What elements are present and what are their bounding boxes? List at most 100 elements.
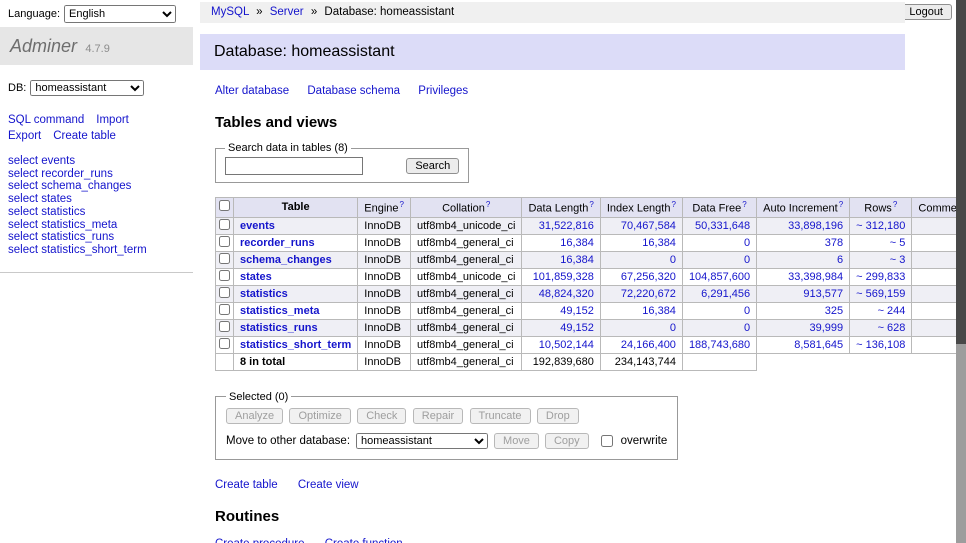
auto-increment-link[interactable]: 378 bbox=[825, 237, 843, 249]
sidebar-item-select-recorder-runs[interactable]: select recorder_runs bbox=[8, 168, 193, 181]
auto-increment-link[interactable]: 913,577 bbox=[803, 288, 843, 300]
column-header-auto-increment[interactable]: Auto Increment? bbox=[757, 198, 850, 218]
auto-increment-link[interactable]: 6 bbox=[837, 254, 843, 266]
row-checkbox[interactable] bbox=[219, 270, 230, 281]
data-length-link[interactable]: 16,384 bbox=[560, 237, 594, 249]
import-link[interactable]: Import bbox=[96, 114, 129, 126]
rows-link[interactable]: ~ 312,180 bbox=[856, 220, 905, 232]
sidebar-item-select-events[interactable]: select events bbox=[8, 155, 193, 168]
data-free-link[interactable]: 0 bbox=[744, 254, 750, 266]
column-header-data-free[interactable]: Data Free? bbox=[682, 198, 756, 218]
data-free-link[interactable]: 6,291,456 bbox=[701, 288, 750, 300]
data-length-link[interactable]: 49,152 bbox=[560, 322, 594, 334]
data-free-link[interactable]: 0 bbox=[744, 305, 750, 317]
sql-command-link[interactable]: SQL command bbox=[8, 114, 84, 126]
index-length-link[interactable]: 16,384 bbox=[642, 237, 676, 249]
index-length-link[interactable]: 0 bbox=[670, 254, 676, 266]
auto-increment-link[interactable]: 33,398,984 bbox=[788, 271, 843, 283]
move-button[interactable]: Move bbox=[494, 433, 539, 449]
auto-increment-link[interactable]: 33,898,196 bbox=[788, 220, 843, 232]
row-checkbox[interactable] bbox=[219, 253, 230, 264]
index-length-link[interactable]: 24,166,400 bbox=[621, 339, 676, 351]
sidebar-item-select-statistics[interactable]: select statistics bbox=[8, 206, 193, 219]
data-length-link[interactable]: 16,384 bbox=[560, 254, 594, 266]
export-link[interactable]: Export bbox=[8, 130, 41, 142]
select-all-checkbox[interactable] bbox=[219, 200, 230, 211]
copy-button[interactable]: Copy bbox=[545, 433, 589, 449]
create-function-link[interactable]: Create function bbox=[325, 538, 403, 543]
data-length-link[interactable]: 48,824,320 bbox=[539, 288, 594, 300]
vertical-scrollbar[interactable] bbox=[956, 0, 966, 543]
index-length-link[interactable]: 16,384 bbox=[642, 305, 676, 317]
rows-link[interactable]: ~ 299,833 bbox=[856, 271, 905, 283]
data-free-link[interactable]: 104,857,600 bbox=[689, 271, 750, 283]
table-name-link[interactable]: schema_changes bbox=[240, 254, 332, 266]
data-length-link[interactable]: 101,859,328 bbox=[533, 271, 594, 283]
truncate-button[interactable]: Truncate bbox=[470, 408, 531, 424]
data-free-link[interactable]: 188,743,680 bbox=[689, 339, 750, 351]
row-checkbox[interactable] bbox=[219, 236, 230, 247]
data-free-link[interactable]: 0 bbox=[744, 322, 750, 334]
search-button[interactable]: Search bbox=[406, 158, 459, 174]
db-select[interactable]: homeassistant bbox=[30, 80, 144, 96]
table-name-link[interactable]: states bbox=[240, 271, 272, 283]
create-table-sidebar-link[interactable]: Create table bbox=[53, 130, 116, 142]
help-link[interactable]: ? bbox=[839, 200, 843, 209]
language-select[interactable]: English bbox=[64, 5, 176, 23]
index-length-link[interactable]: 67,256,320 bbox=[621, 271, 676, 283]
table-name-link[interactable]: events bbox=[240, 220, 275, 232]
sidebar-item-select-statistics-meta[interactable]: select statistics_meta bbox=[8, 219, 193, 232]
table-name-link[interactable]: recorder_runs bbox=[240, 237, 315, 249]
data-free-link[interactable]: 50,331,648 bbox=[695, 220, 750, 232]
breadcrumb-server-link[interactable]: Server bbox=[270, 6, 304, 18]
logout-button[interactable]: Logout bbox=[900, 4, 952, 20]
data-length-link[interactable]: 10,502,144 bbox=[539, 339, 594, 351]
table-name-link[interactable]: statistics_runs bbox=[240, 322, 318, 334]
table-name-link[interactable]: statistics_short_term bbox=[240, 339, 351, 351]
column-header-data-length[interactable]: Data Length? bbox=[522, 198, 600, 218]
row-checkbox[interactable] bbox=[219, 338, 230, 349]
create-table-link[interactable]: Create table bbox=[215, 479, 278, 491]
database-schema-link[interactable]: Database schema bbox=[307, 85, 400, 97]
data-length-link[interactable]: 31,522,816 bbox=[539, 220, 594, 232]
auto-increment-link[interactable]: 325 bbox=[825, 305, 843, 317]
help-link[interactable]: ? bbox=[742, 200, 746, 209]
column-header-table[interactable]: Table bbox=[234, 198, 358, 218]
privileges-link[interactable]: Privileges bbox=[418, 85, 468, 97]
repair-button[interactable]: Repair bbox=[413, 408, 463, 424]
row-checkbox[interactable] bbox=[219, 321, 230, 332]
optimize-button[interactable]: Optimize bbox=[289, 408, 350, 424]
sidebar-item-select-states[interactable]: select states bbox=[8, 193, 193, 206]
column-header-engine[interactable]: Engine? bbox=[358, 198, 411, 218]
column-header-collation[interactable]: Collation? bbox=[411, 198, 522, 218]
overwrite-label[interactable]: overwrite bbox=[621, 435, 668, 447]
create-view-link[interactable]: Create view bbox=[298, 479, 359, 491]
column-header-rows[interactable]: Rows? bbox=[850, 198, 912, 218]
create-procedure-link[interactable]: Create procedure bbox=[215, 538, 305, 543]
sidebar-item-select-statistics-runs[interactable]: select statistics_runs bbox=[8, 231, 193, 244]
table-name-link[interactable]: statistics bbox=[240, 288, 288, 300]
table-name-link[interactable]: statistics_meta bbox=[240, 305, 320, 317]
breadcrumb-mysql-link[interactable]: MySQL bbox=[211, 6, 249, 18]
rows-link[interactable]: ~ 3 bbox=[890, 254, 906, 266]
row-checkbox[interactable] bbox=[219, 219, 230, 230]
help-link[interactable]: ? bbox=[589, 200, 593, 209]
help-link[interactable]: ? bbox=[671, 200, 675, 209]
scrollbar-thumb[interactable] bbox=[956, 0, 966, 344]
row-checkbox[interactable] bbox=[219, 304, 230, 315]
alter-database-link[interactable]: Alter database bbox=[215, 85, 289, 97]
move-database-select[interactable]: homeassistant bbox=[356, 433, 488, 449]
rows-link[interactable]: ~ 136,108 bbox=[856, 339, 905, 351]
rows-link[interactable]: ~ 5 bbox=[890, 237, 906, 249]
overwrite-checkbox[interactable] bbox=[601, 435, 613, 447]
rows-link[interactable]: ~ 244 bbox=[878, 305, 906, 317]
rows-link[interactable]: ~ 628 bbox=[878, 322, 906, 334]
auto-increment-link[interactable]: 8,581,645 bbox=[794, 339, 843, 351]
sidebar-item-select-schema-changes[interactable]: select schema_changes bbox=[8, 180, 193, 193]
row-checkbox[interactable] bbox=[219, 287, 230, 298]
help-link[interactable]: ? bbox=[400, 200, 404, 209]
sidebar-item-select-statistics-short-term[interactable]: select statistics_short_term bbox=[8, 244, 193, 257]
auto-increment-link[interactable]: 39,999 bbox=[810, 322, 844, 334]
help-link[interactable]: ? bbox=[893, 200, 897, 209]
index-length-link[interactable]: 72,220,672 bbox=[621, 288, 676, 300]
